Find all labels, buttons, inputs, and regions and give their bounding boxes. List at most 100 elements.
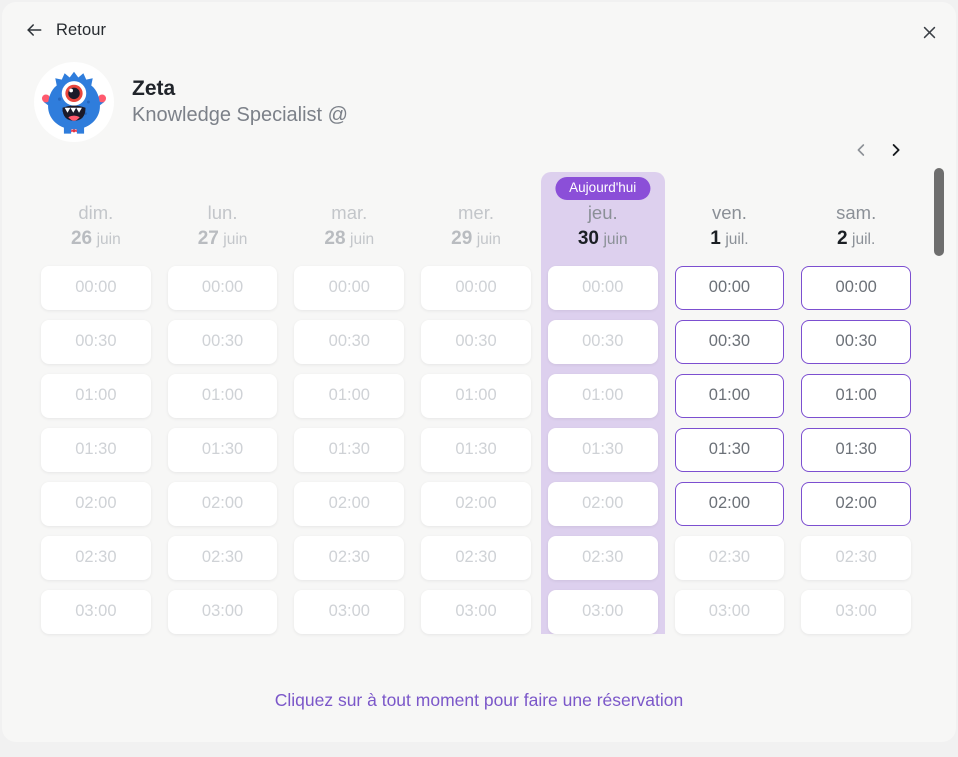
back-button[interactable]: Retour <box>18 16 112 44</box>
slot-list: 00:00 00:30 01:00 01:30 02:00 02:30 03:00 <box>668 265 792 634</box>
time-slot: 03:00 <box>547 589 658 634</box>
time-slot: 00:00 <box>421 265 531 310</box>
slot-list: 00:00 00:30 01:00 01:30 02:00 02:30 03:00 <box>794 265 918 634</box>
profile-name: Zeta <box>132 76 176 100</box>
day-date: 26 juin <box>34 226 158 252</box>
time-slot[interactable]: 00:00 <box>801 265 912 310</box>
day-number: 29 <box>451 227 473 249</box>
day-date: 1 juil. <box>668 226 792 252</box>
close-button[interactable] <box>915 18 943 46</box>
slot-list: 00:00 00:30 01:00 01:30 02:00 02:30 03:00 <box>287 265 411 634</box>
time-slot: 00:30 <box>547 319 658 364</box>
time-slot[interactable]: 02:00 <box>674 481 785 526</box>
time-slot[interactable]: 00:00 <box>674 265 785 310</box>
time-slot: 00:30 <box>167 319 278 364</box>
time-slot[interactable]: 01:30 <box>801 427 912 472</box>
day-name: dim. <box>78 202 114 223</box>
day-column-dim: dim. 26 juin 00:00 00:30 01:00 01:30 02:00 02:3… <box>34 172 158 634</box>
time-slot: 01:00 <box>421 373 531 418</box>
back-label: Retour <box>56 20 107 39</box>
day-name: jeu. <box>587 202 618 223</box>
day-column-mar: mar. 28 juin 00:00 00:30 01:00 01:30 02:00 02:3… <box>287 172 411 634</box>
time-slot: 01:30 <box>167 427 278 472</box>
time-slot: 01:30 <box>421 427 531 472</box>
day-header: dim. 26 juin <box>34 201 158 266</box>
day-month: juil. <box>725 230 749 248</box>
time-slot[interactable]: 01:00 <box>801 373 912 418</box>
time-slot: 01:30 <box>41 427 151 472</box>
time-slot[interactable]: 01:30 <box>674 427 785 472</box>
time-slot: 02:30 <box>421 535 531 580</box>
calendar-grid: dim. 26 juin 00:00 00:30 01:00 01:30 02:00 02:3… <box>34 172 918 634</box>
scrollbar-thumb[interactable] <box>934 168 944 256</box>
time-slot: 03:00 <box>801 589 912 634</box>
time-slot: 00:30 <box>421 319 531 364</box>
time-slot: 02:00 <box>294 481 405 526</box>
time-slot: 00:30 <box>294 319 405 364</box>
time-slot: 02:00 <box>167 481 278 526</box>
time-slot: 03:00 <box>294 589 405 634</box>
day-header: jeu. 30 juin <box>541 201 665 266</box>
time-slot: 02:30 <box>41 535 151 580</box>
day-name: mer. <box>458 202 494 223</box>
day-month: juin <box>223 230 248 248</box>
booking-page: Retour Zeta Knowledge Specialist @ dim. … <box>0 0 958 757</box>
time-slot: 01:00 <box>294 373 405 418</box>
time-slot: 00:30 <box>41 319 151 364</box>
day-header: mar. 28 juin <box>287 201 411 266</box>
calendar-scroll-area[interactable]: dim. 26 juin 00:00 00:30 01:00 01:30 02:00 02:3… <box>2 172 956 662</box>
time-slot[interactable]: 02:00 <box>801 481 912 526</box>
day-number: 1 <box>710 227 721 249</box>
time-slot: 01:00 <box>167 373 278 418</box>
time-slot: 00:00 <box>41 265 151 310</box>
day-name: mar. <box>331 202 368 223</box>
slot-list: 00:00 00:30 01:00 01:30 02:00 02:30 03:00 <box>541 265 665 634</box>
day-column-lun: lun. 27 juin 00:00 00:30 01:00 01:30 02:00 02:3… <box>161 172 285 634</box>
previous-week-button[interactable] <box>850 136 872 164</box>
day-name: lun. <box>207 202 238 223</box>
time-slot[interactable]: 01:00 <box>674 373 785 418</box>
day-date: 29 juin <box>414 226 538 252</box>
next-week-button[interactable] <box>884 136 906 164</box>
footer-note: Cliquez sur à tout moment pour faire une… <box>274 690 684 710</box>
day-number: 30 <box>577 227 599 249</box>
chevron-left-icon <box>854 139 869 161</box>
time-slot: 03:00 <box>674 589 785 634</box>
today-badge: Aujourd'hui <box>555 177 651 200</box>
time-slot[interactable]: 00:30 <box>674 319 785 364</box>
day-number: 2 <box>837 227 848 249</box>
slot-list: 00:00 00:30 01:00 01:30 02:00 02:30 03:00 <box>161 265 285 634</box>
time-slot: 02:30 <box>547 535 658 580</box>
day-date: 30 juin <box>541 226 665 252</box>
day-date: 2 juil. <box>794 226 918 252</box>
time-slot: 03:00 <box>421 589 531 634</box>
day-month: juil. <box>852 230 876 248</box>
slot-list: 00:00 00:30 01:00 01:30 02:00 02:30 03:00 <box>34 265 158 634</box>
week-navigation <box>850 136 906 164</box>
arrow-left-icon <box>24 20 44 40</box>
day-month: juin <box>476 230 501 248</box>
time-slot: 03:00 <box>41 589 151 634</box>
day-month: juin <box>603 230 628 248</box>
day-column-ven: ven. 1 juil. 00:00 00:30 01:00 01:30 02:00 02:3… <box>668 172 792 634</box>
day-header: mer. 29 juin <box>414 201 538 266</box>
time-slot: 02:30 <box>294 535 405 580</box>
slot-list: 00:00 00:30 01:00 01:30 02:00 02:30 03:00 <box>414 265 538 634</box>
time-slot[interactable]: 00:30 <box>801 319 912 364</box>
topbar: Retour <box>2 2 956 58</box>
time-slot: 00:00 <box>294 265 405 310</box>
calendar-scrollbar[interactable] <box>934 168 944 658</box>
time-slot: 01:30 <box>547 427 658 472</box>
time-slot: 02:30 <box>674 535 785 580</box>
day-date: 28 juin <box>287 226 411 252</box>
time-slot: 02:00 <box>547 481 658 526</box>
profile-role: Knowledge Specialist @ <box>132 104 348 127</box>
time-slot: 01:30 <box>294 427 405 472</box>
time-slot: 02:00 <box>41 481 151 526</box>
day-header: sam. 2 juil. <box>794 201 918 266</box>
monster-avatar-icon <box>38 66 110 138</box>
day-column-jeu: Aujourd'hui jeu. 30 juin 00:00 00:30 01:00 01:… <box>540 172 665 634</box>
day-number: 26 <box>70 227 93 249</box>
profile-header: Zeta Knowledge Specialist @ <box>34 62 348 142</box>
profile-text: Zeta Knowledge Specialist @ <box>132 76 348 128</box>
